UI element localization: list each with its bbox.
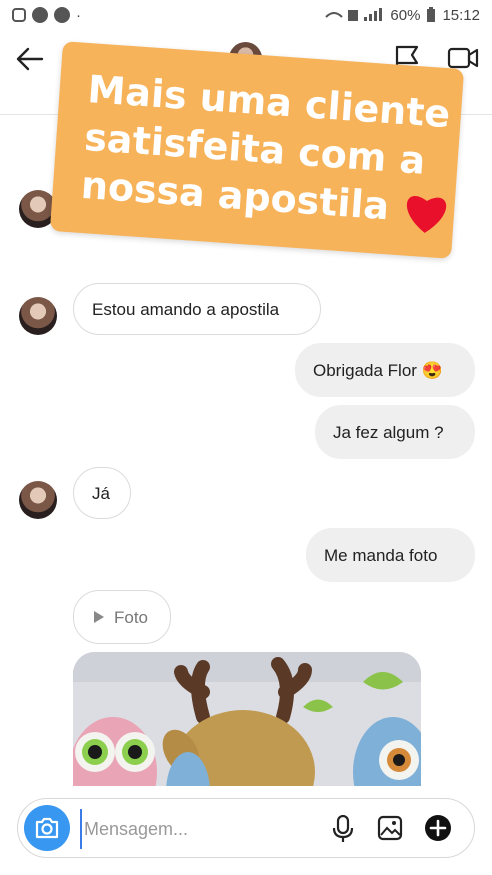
telegram-notification-icon <box>32 7 48 23</box>
sender-avatar <box>19 481 57 519</box>
camera-icon <box>35 817 59 839</box>
instagram-notification-icon <box>12 8 26 22</box>
video-camera-icon[interactable] <box>447 46 479 70</box>
clock: 15:12 <box>442 6 480 24</box>
camera-button[interactable] <box>24 805 70 851</box>
app-notification-icon <box>54 7 70 23</box>
message-text: Estou amando a apostila <box>92 299 280 319</box>
notification-icons: · <box>12 7 81 24</box>
image-gallery-icon[interactable] <box>377 815 403 841</box>
shared-photo[interactable] <box>73 652 421 786</box>
message-composer <box>17 798 475 858</box>
photo-label-bubble[interactable]: Foto <box>73 590 171 644</box>
message-input[interactable] <box>80 809 306 849</box>
message-text: Obrigada Flor 😍 <box>313 360 443 380</box>
battery-icon <box>427 7 436 22</box>
system-icons: 60% 15:12 <box>324 7 480 24</box>
message-text: Me manda foto <box>324 545 438 565</box>
status-bar: · 60% 15:12 <box>0 0 492 30</box>
play-icon <box>94 611 104 623</box>
message-bubble-incoming[interactable]: Já <box>73 467 131 519</box>
message-bubble-incoming[interactable]: Estou amando a apostila <box>73 283 321 335</box>
heart-icon <box>406 195 446 233</box>
message-text: Já <box>92 483 110 503</box>
sender-avatar <box>19 297 57 335</box>
microphone-icon[interactable] <box>332 815 354 843</box>
plus-circle-icon[interactable] <box>424 814 452 842</box>
signal-wifi-icons <box>325 8 383 21</box>
promo-sticker: Mais uma cliente satisfeita com a nossa … <box>49 41 465 259</box>
message-bubble-outgoing[interactable]: Me manda foto <box>306 528 475 582</box>
crochet-toys-image <box>73 652 421 786</box>
arrow-left-icon[interactable] <box>14 44 46 74</box>
message-bubble-outgoing[interactable]: Obrigada Flor 😍 <box>295 343 475 397</box>
message-bubble-outgoing[interactable]: Ja fez algum ? <box>315 405 475 459</box>
sticker-text: Mais uma cliente satisfeita com a nossa … <box>50 41 464 259</box>
photo-label-text: Foto <box>114 607 149 627</box>
battery-percent: 60% <box>390 6 421 24</box>
message-text: Ja fez algum ? <box>333 422 444 442</box>
more-notifications-icon: · <box>76 6 81 24</box>
